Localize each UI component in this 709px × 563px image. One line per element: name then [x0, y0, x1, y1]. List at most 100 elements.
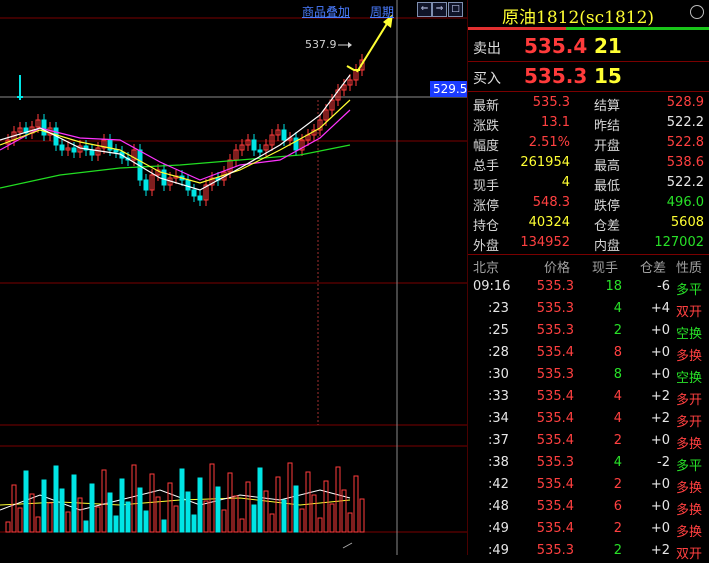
volume-bar	[173, 505, 179, 533]
candle	[47, 122, 53, 141]
stat-value: 40324	[528, 215, 570, 230]
tick-row[interactable]: :34 535.4 4 +2 多开	[468, 409, 709, 431]
tick-time: 09:16	[473, 279, 511, 294]
nav-right-button[interactable]: ⇒	[432, 2, 447, 17]
kline-chart[interactable]	[0, 0, 467, 555]
stat-label: 外盘	[473, 239, 500, 254]
stats-row: 最新 535.3 结算 528.9	[468, 94, 709, 114]
buy-qty: 15	[594, 64, 622, 88]
volume-bar	[119, 478, 125, 533]
peak-price-label: 537.9	[305, 38, 337, 51]
stat-label: 结算	[594, 99, 621, 114]
volume-bar	[215, 486, 221, 533]
tick-diff: +0	[650, 367, 670, 382]
stat-label: 现手	[473, 179, 500, 194]
stat-label: 持仓	[473, 219, 500, 234]
volume-bar	[263, 490, 269, 533]
sell-label: 卖出	[473, 41, 501, 57]
volume-bar	[323, 480, 329, 533]
tick-row[interactable]: :49 535.4 2 +0 多换	[468, 519, 709, 541]
nav-close-button[interactable]: □	[448, 2, 463, 17]
volume-bar	[347, 512, 353, 533]
stat-value: 548.3	[532, 195, 570, 210]
tick-row[interactable]: :30 535.3 8 +0 空换	[468, 365, 709, 387]
tick-price: 535.3	[536, 279, 574, 294]
volume-bar	[359, 498, 365, 533]
volume-bar	[233, 495, 239, 533]
period-link[interactable]: 周期	[370, 3, 394, 20]
stat-label: 仓差	[594, 219, 621, 234]
tick-row[interactable]: :38 535.3 4 -2 多平	[468, 453, 709, 475]
candle	[269, 129, 275, 151]
tick-row[interactable]: :25 535.3 2 +0 空换	[468, 321, 709, 343]
tick-price: 535.4	[536, 345, 574, 360]
tick-diff: -2	[657, 455, 670, 470]
stat-value: 2.51%	[528, 135, 570, 150]
stats-row: 总手 261954 最高 538.6	[468, 154, 709, 174]
volume-bar	[293, 485, 299, 533]
candle	[161, 164, 167, 191]
stat-value: 535.3	[532, 95, 570, 110]
tick-row[interactable]: :49 535.3 2 +2 双开	[468, 541, 709, 563]
stat-label: 内盘	[594, 239, 621, 254]
sell-price[interactable]: 535.4	[524, 34, 587, 58]
tick-nature: 多换	[676, 349, 703, 364]
buy-price[interactable]: 535.3	[524, 64, 587, 88]
candle	[89, 144, 95, 161]
tick-header-diff: 仓差	[640, 261, 667, 276]
tick-price: 535.3	[536, 367, 574, 382]
stat-value: 496.0	[666, 195, 704, 210]
stats-row: 幅度 2.51% 开盘 522.8	[468, 134, 709, 154]
tick-row[interactable]: :23 535.3 4 +4 双开	[468, 299, 709, 321]
volume-bar	[275, 476, 281, 533]
stat-value: 13.1	[541, 115, 570, 130]
stat-label: 幅度	[473, 139, 500, 154]
volume-bar	[203, 500, 209, 533]
volume-bar	[281, 499, 287, 533]
tick-time: :28	[488, 345, 509, 360]
stat-label: 总手	[473, 159, 500, 174]
tick-price: 535.4	[536, 411, 574, 426]
tick-nature: 多开	[676, 393, 703, 408]
stat-value: 134952	[520, 235, 570, 250]
volume-bar	[71, 474, 77, 533]
volume-bar	[11, 484, 17, 533]
tick-qty: 4	[613, 301, 622, 316]
tick-row[interactable]: 09:16 535.3 18 -6 多平	[468, 277, 709, 299]
candle	[245, 134, 251, 151]
candle	[239, 139, 245, 156]
tick-time: :23	[488, 301, 509, 316]
volume-bar	[221, 509, 227, 533]
volume-bar	[41, 479, 47, 533]
tick-time: :48	[488, 499, 509, 514]
tick-time: :38	[488, 455, 509, 470]
nav-left-button[interactable]: ⇐	[417, 2, 432, 17]
stat-value: 522.2	[666, 115, 704, 130]
stats-row: 外盘 134952 内盘 127002	[468, 234, 709, 254]
tick-row[interactable]: :42 535.4 2 +0 多换	[468, 475, 709, 497]
stats-row: 持仓 40324 仓差 5608	[468, 214, 709, 234]
stat-value: 127002	[654, 235, 704, 250]
tick-qty: 2	[613, 477, 622, 492]
volume-bar	[23, 470, 29, 533]
alarm-icon[interactable]	[690, 5, 704, 19]
volume-bar	[335, 466, 341, 533]
commodity-overlay-link[interactable]: 商品叠加	[302, 3, 350, 20]
tick-nature: 双开	[676, 305, 703, 320]
volume-bar	[5, 521, 11, 533]
stat-value: 261954	[520, 155, 570, 170]
tick-diff: +0	[650, 345, 670, 360]
tick-nature: 多平	[676, 283, 703, 298]
stat-value: 522.2	[666, 175, 704, 190]
tick-row[interactable]: :48 535.4 6 +0 多换	[468, 497, 709, 519]
tick-qty: 2	[613, 521, 622, 536]
tick-diff: +2	[650, 389, 670, 404]
tick-row[interactable]: :28 535.4 8 +0 多换	[468, 343, 709, 365]
candle	[317, 114, 323, 136]
tick-time: :37	[488, 433, 509, 448]
tick-row[interactable]: :33 535.4 4 +2 多开	[468, 387, 709, 409]
tick-diff: -6	[657, 279, 670, 294]
tick-row[interactable]: :37 535.4 2 +0 多换	[468, 431, 709, 453]
kline-chart-area[interactable]: 商品叠加 周期 ⇐ ⇒ □ 537.9 529.5	[0, 0, 471, 555]
volume-bar	[311, 494, 317, 533]
